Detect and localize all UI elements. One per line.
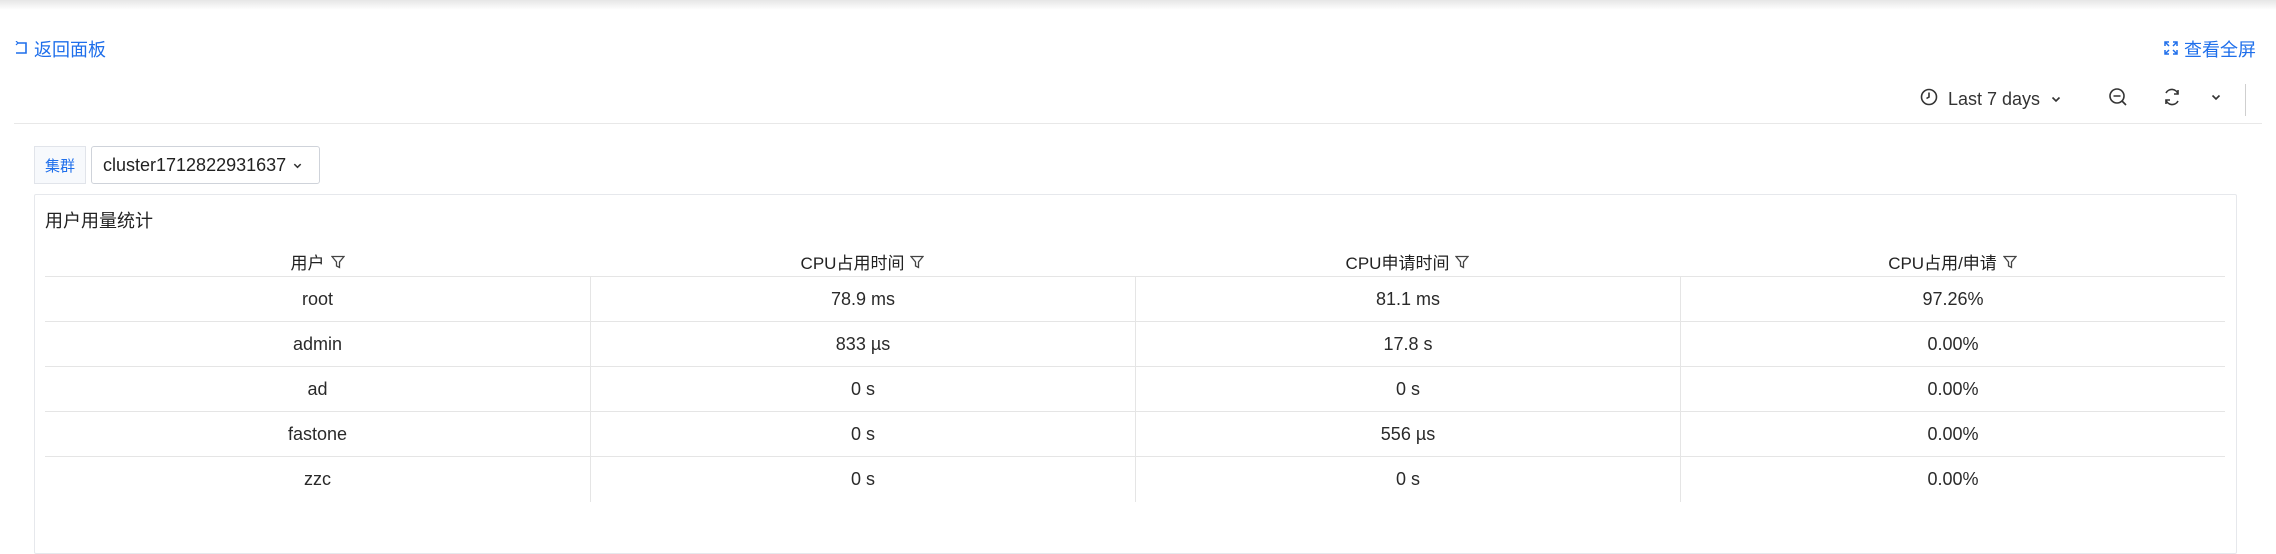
filter-icon[interactable] — [330, 255, 345, 269]
toolbar-divider — [2245, 84, 2246, 116]
return-icon — [14, 39, 28, 60]
table-cell: 97.26% — [1680, 277, 2225, 321]
column-header-cpu-ratio: CPU占用/申请 — [1680, 247, 2225, 276]
table-cell: ad — [307, 378, 328, 399]
back-to-dashboard-link[interactable]: 返回面板 — [14, 36, 106, 62]
table-cell: 0 s — [590, 367, 1135, 411]
table-cell: 833 µs — [590, 322, 1135, 366]
user-usage-panel: 用户用量统计 用户 CPU占用时间 CPU申请时间 CPU占用/申请 root … — [34, 194, 2237, 554]
usage-table: 用户 CPU占用时间 CPU申请时间 CPU占用/申请 root 78.9 ms… — [45, 247, 2225, 502]
table-row: ad 0 s 0 s 0.00% — [45, 367, 2225, 412]
cluster-variable-label: 集群 — [34, 146, 86, 184]
table-cell: 17.8 s — [1135, 322, 1680, 366]
filter-icon[interactable] — [2002, 255, 2017, 269]
table-cell: 0.00% — [1680, 412, 2225, 456]
filter-icon[interactable] — [1455, 255, 1470, 269]
view-fullscreen-link[interactable]: 查看全屏 — [2164, 36, 2256, 62]
table-cell: 0 s — [590, 412, 1135, 456]
cluster-select-value: cluster1712822931637 — [103, 154, 287, 175]
table-cell: root — [301, 288, 334, 309]
top-shadow — [0, 0, 2276, 10]
table-row: zzc 0 s 0 s 0.00% — [45, 457, 2225, 502]
column-header-cpu-used-time: CPU占用时间 — [590, 247, 1135, 276]
chevron-down-icon — [2050, 89, 2062, 110]
table-row: admin 833 µs 17.8 s 0.00% — [45, 322, 2225, 367]
zoom-out-icon — [2108, 87, 2128, 112]
refresh-icon — [2162, 87, 2182, 112]
table-cell: 78.9 ms — [590, 277, 1135, 321]
column-header-cpu-requested-time: CPU申请时间 — [1135, 247, 1680, 276]
expand-icon — [2164, 39, 2178, 60]
table-cell: 0.00% — [1680, 457, 2225, 502]
refresh-button[interactable] — [2157, 84, 2187, 114]
table-cell: 0 s — [1135, 457, 1680, 502]
refresh-interval-dropdown[interactable] — [2201, 84, 2231, 114]
table-cell: 0.00% — [1680, 322, 2225, 366]
cluster-select[interactable]: cluster1712822931637 — [91, 146, 320, 184]
panel-title: 用户用量统计 — [45, 211, 153, 231]
toolbar-separator — [14, 123, 2262, 124]
table-cell: 0 s — [1135, 367, 1680, 411]
time-range-picker[interactable]: Last 7 days — [1920, 84, 2062, 114]
table-cell: 0.00% — [1680, 367, 2225, 411]
column-header-label: 用户 — [290, 254, 325, 273]
back-link-label: 返回面板 — [34, 40, 106, 60]
chevron-down-icon — [2210, 90, 2222, 108]
table-header: 用户 CPU占用时间 CPU申请时间 CPU占用/申请 — [45, 247, 2225, 277]
filter-icon[interactable] — [910, 255, 925, 269]
table-cell: 0 s — [590, 457, 1135, 502]
column-header-label: CPU占用时间 — [800, 254, 905, 273]
table-row: fastone 0 s 556 µs 0.00% — [45, 412, 2225, 457]
column-header-label: CPU申请时间 — [1345, 254, 1450, 273]
table-cell: fastone — [287, 423, 348, 444]
column-header-label: CPU占用/申请 — [1888, 254, 1997, 273]
chevron-down-icon — [292, 155, 303, 176]
table-cell: 556 µs — [1135, 412, 1680, 456]
fullscreen-label: 查看全屏 — [2184, 40, 2256, 60]
table-row: root 78.9 ms 81.1 ms 97.26% — [45, 277, 2225, 322]
table-cell: admin — [292, 333, 343, 354]
zoom-out-button[interactable] — [2103, 84, 2133, 114]
table-cell: zzc — [304, 469, 331, 489]
column-header-user: 用户 — [45, 247, 590, 276]
time-range-label: Last 7 days — [1948, 88, 2041, 109]
table-cell: 81.1 ms — [1135, 277, 1680, 321]
clock-icon — [1920, 88, 1938, 111]
